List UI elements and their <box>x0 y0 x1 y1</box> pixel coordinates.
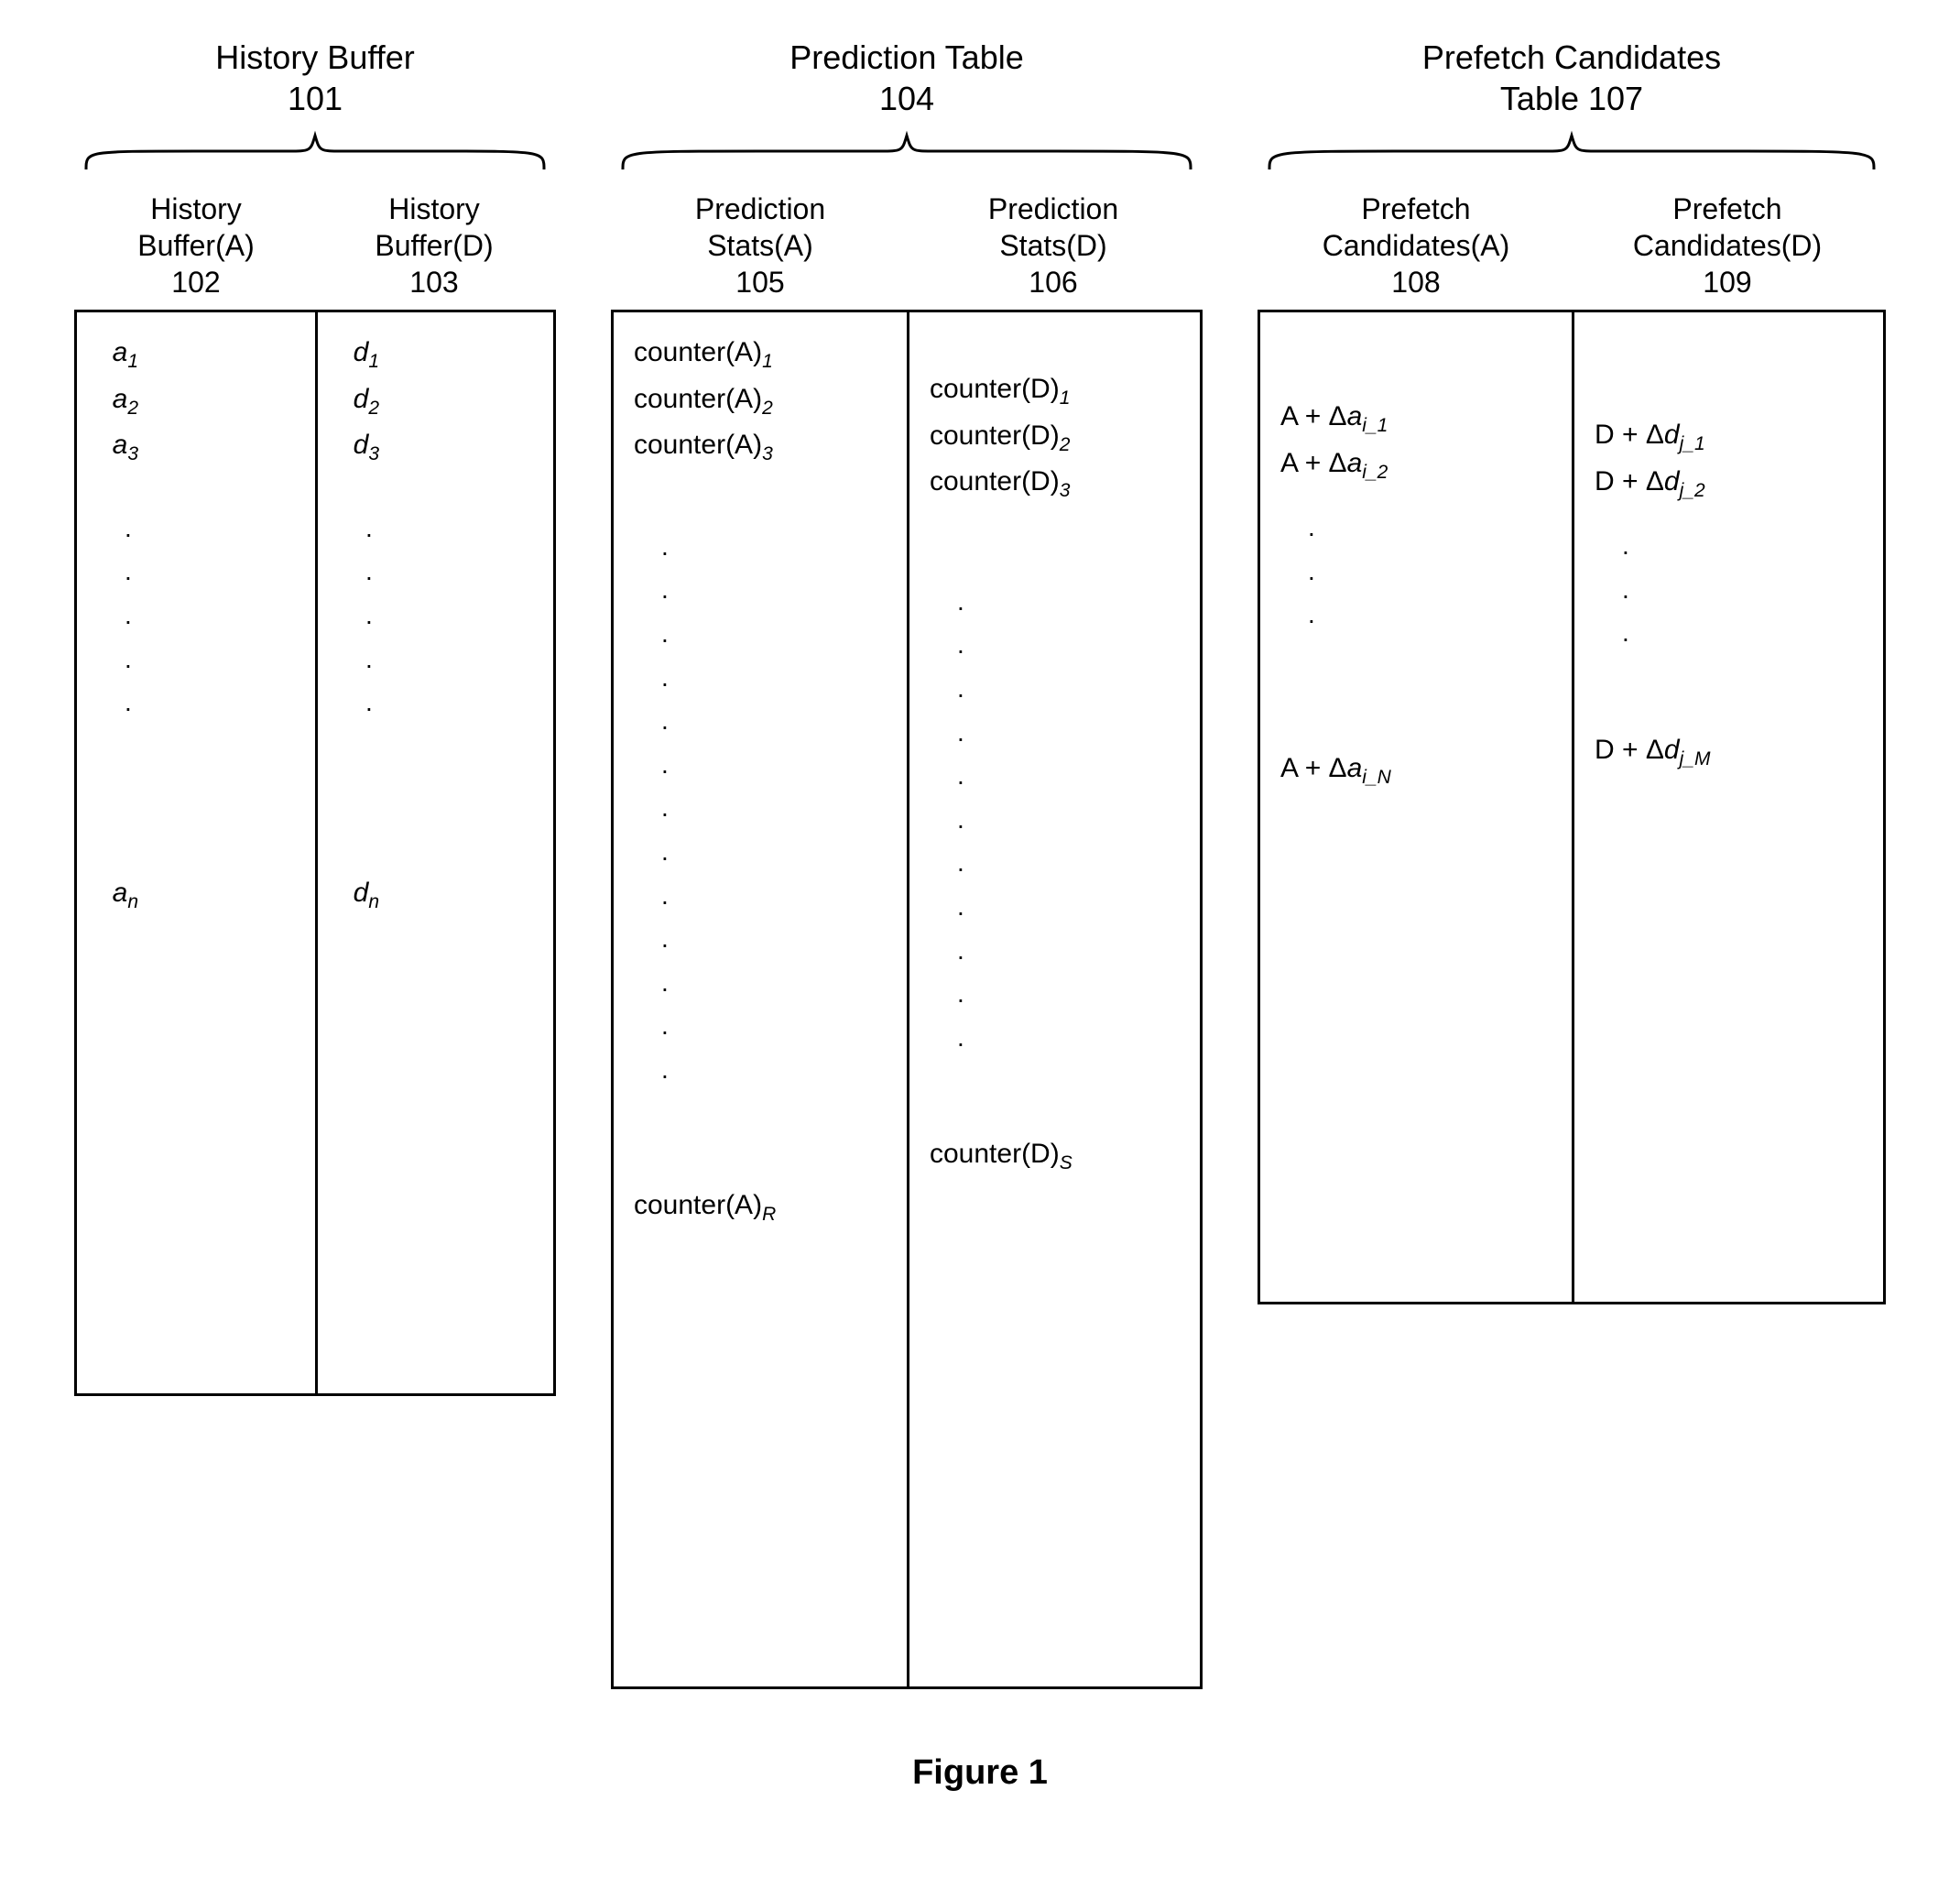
history-buffer-title: History Buffer 101 <box>215 37 414 119</box>
history-d2: d2 <box>338 377 537 424</box>
prediction-colB-dots: ........... <box>930 580 1183 1060</box>
history-a3: a3 <box>97 423 299 470</box>
prediction-cols-body: counter(A)1 counter(A)2 counter(A)3 ....… <box>611 310 1203 1689</box>
delta-icon <box>1329 753 1347 783</box>
prefetch-colA-h2: Candidates(A) <box>1323 229 1510 262</box>
prefetch-a1: A + ai_1 <box>1280 395 1555 442</box>
prefetch-title: Prefetch Candidates Table 107 <box>1422 37 1721 119</box>
prefetch-title-line2: Table 107 <box>1500 80 1643 117</box>
prediction-colB-body: counter(D)1 counter(D)2 counter(D)3 ....… <box>907 312 1200 1686</box>
history-title-line1: History Buffer <box>215 38 414 76</box>
prefetch-colA-h1: Prefetch <box>1361 192 1470 225</box>
history-colA-header: History Buffer(A) 102 <box>77 191 315 310</box>
history-colA-body: a1 a2 a3 ..... an <box>77 312 315 1393</box>
prefetch-colB-body: D + dj_1 D + dj_2 ... D + dj_M <box>1572 312 1883 1302</box>
prediction-colA-body: counter(A)1 counter(A)2 counter(A)3 ....… <box>614 312 907 1686</box>
prefetch-brace <box>1260 128 1883 174</box>
counter-a2: counter(A)2 <box>634 377 890 424</box>
prediction-cols-header: Prediction Stats(A) 105 Prediction Stats… <box>614 191 1200 310</box>
counter-d3: counter(D)3 <box>930 460 1183 507</box>
delta-icon <box>1646 735 1664 765</box>
history-colA-h2: Buffer(A) <box>137 229 254 262</box>
prefetch-title-line1: Prefetch Candidates <box>1422 38 1721 76</box>
history-buffer-group: History Buffer 101 History Buffer(A) 102… <box>74 37 556 1396</box>
prefetch-candidates-group: Prefetch Candidates Table 107 Prefetch C… <box>1258 37 1886 1304</box>
prediction-colB-h1: Prediction <box>988 192 1118 225</box>
prefetch-colB-h2: Candidates(D) <box>1633 229 1822 262</box>
history-colB-dots: ..... <box>338 507 537 725</box>
history-d1: d1 <box>338 331 537 377</box>
prediction-title-line1: Prediction Table <box>789 38 1024 76</box>
counter-d2: counter(D)2 <box>930 414 1183 461</box>
prediction-colA-h2: Stats(A) <box>707 229 813 262</box>
history-a1: a1 <box>97 331 299 377</box>
figure-1: History Buffer 101 History Buffer(A) 102… <box>37 37 1923 1793</box>
prefetch-a2: A + ai_2 <box>1280 442 1555 488</box>
prediction-brace <box>614 128 1200 174</box>
counter-a3: counter(A)3 <box>634 423 890 470</box>
counter-aR: counter(A)R <box>634 1184 890 1230</box>
counter-a1: counter(A)1 <box>634 331 890 377</box>
history-colA-dots: ..... <box>97 507 299 725</box>
history-colB-h1: History <box>388 192 480 225</box>
history-colB-body: d1 d2 d3 ..... dn <box>315 312 553 1393</box>
prefetch-colB-h1: Prefetch <box>1672 192 1781 225</box>
prediction-colB-header: Prediction Stats(D) 106 <box>907 191 1200 310</box>
prefetch-d2: D + dj_2 <box>1595 460 1867 507</box>
history-a2: a2 <box>97 377 299 424</box>
prefetch-dM: D + dj_M <box>1595 728 1867 775</box>
delta-icon <box>1329 448 1347 478</box>
groups-row: History Buffer 101 History Buffer(A) 102… <box>37 37 1923 1689</box>
prediction-colB-h2: Stats(D) <box>999 229 1106 262</box>
prediction-colA-header: Prediction Stats(A) 105 <box>614 191 907 310</box>
prefetch-colA-h3: 108 <box>1391 266 1440 299</box>
history-colB-header: History Buffer(D) 103 <box>315 191 553 310</box>
history-title-line2: 101 <box>288 80 343 117</box>
prediction-colA-dots: ............. <box>634 525 890 1092</box>
prediction-colA-h3: 105 <box>735 266 784 299</box>
delta-icon <box>1646 420 1664 450</box>
counter-dS: counter(D)S <box>930 1132 1183 1179</box>
prediction-title-line2: 104 <box>879 80 934 117</box>
prefetch-colB-dots: ... <box>1595 524 1867 655</box>
history-colA-h3: 102 <box>171 266 220 299</box>
prediction-title: Prediction Table 104 <box>789 37 1024 119</box>
prefetch-colA-dots: ... <box>1280 506 1555 637</box>
prefetch-cols-header: Prefetch Candidates(A) 108 Prefetch Cand… <box>1260 191 1883 310</box>
prefetch-aN: A + ai_N <box>1280 747 1555 793</box>
prediction-colA-h1: Prediction <box>695 192 825 225</box>
delta-icon <box>1646 466 1664 497</box>
history-colA-h1: History <box>150 192 242 225</box>
figure-caption: Figure 1 <box>37 1753 1923 1793</box>
prefetch-d1: D + dj_1 <box>1595 413 1867 460</box>
history-an: an <box>97 871 299 918</box>
history-colB-h2: Buffer(D) <box>375 229 493 262</box>
history-d3: d3 <box>338 423 537 470</box>
history-cols-body: a1 a2 a3 ..... an <box>74 310 556 1396</box>
prefetch-colA-header: Prefetch Candidates(A) 108 <box>1260 191 1572 310</box>
prefetch-cols-body: A + ai_1 A + ai_2 ... A + ai_N D + dj_1 … <box>1258 310 1886 1304</box>
history-brace <box>77 128 553 174</box>
prefetch-colB-h3: 109 <box>1703 266 1751 299</box>
prefetch-colA-body: A + ai_1 A + ai_2 ... A + ai_N <box>1260 312 1572 1302</box>
prefetch-colB-header: Prefetch Candidates(D) 109 <box>1572 191 1883 310</box>
delta-icon <box>1329 401 1347 431</box>
counter-d1: counter(D)1 <box>930 367 1183 414</box>
history-colB-h3: 103 <box>409 266 458 299</box>
history-dn: dn <box>338 871 537 918</box>
prediction-table-group: Prediction Table 104 Prediction Stats(A)… <box>611 37 1203 1689</box>
history-cols-header: History Buffer(A) 102 History Buffer(D) … <box>77 191 553 310</box>
prediction-colB-h3: 106 <box>1029 266 1077 299</box>
